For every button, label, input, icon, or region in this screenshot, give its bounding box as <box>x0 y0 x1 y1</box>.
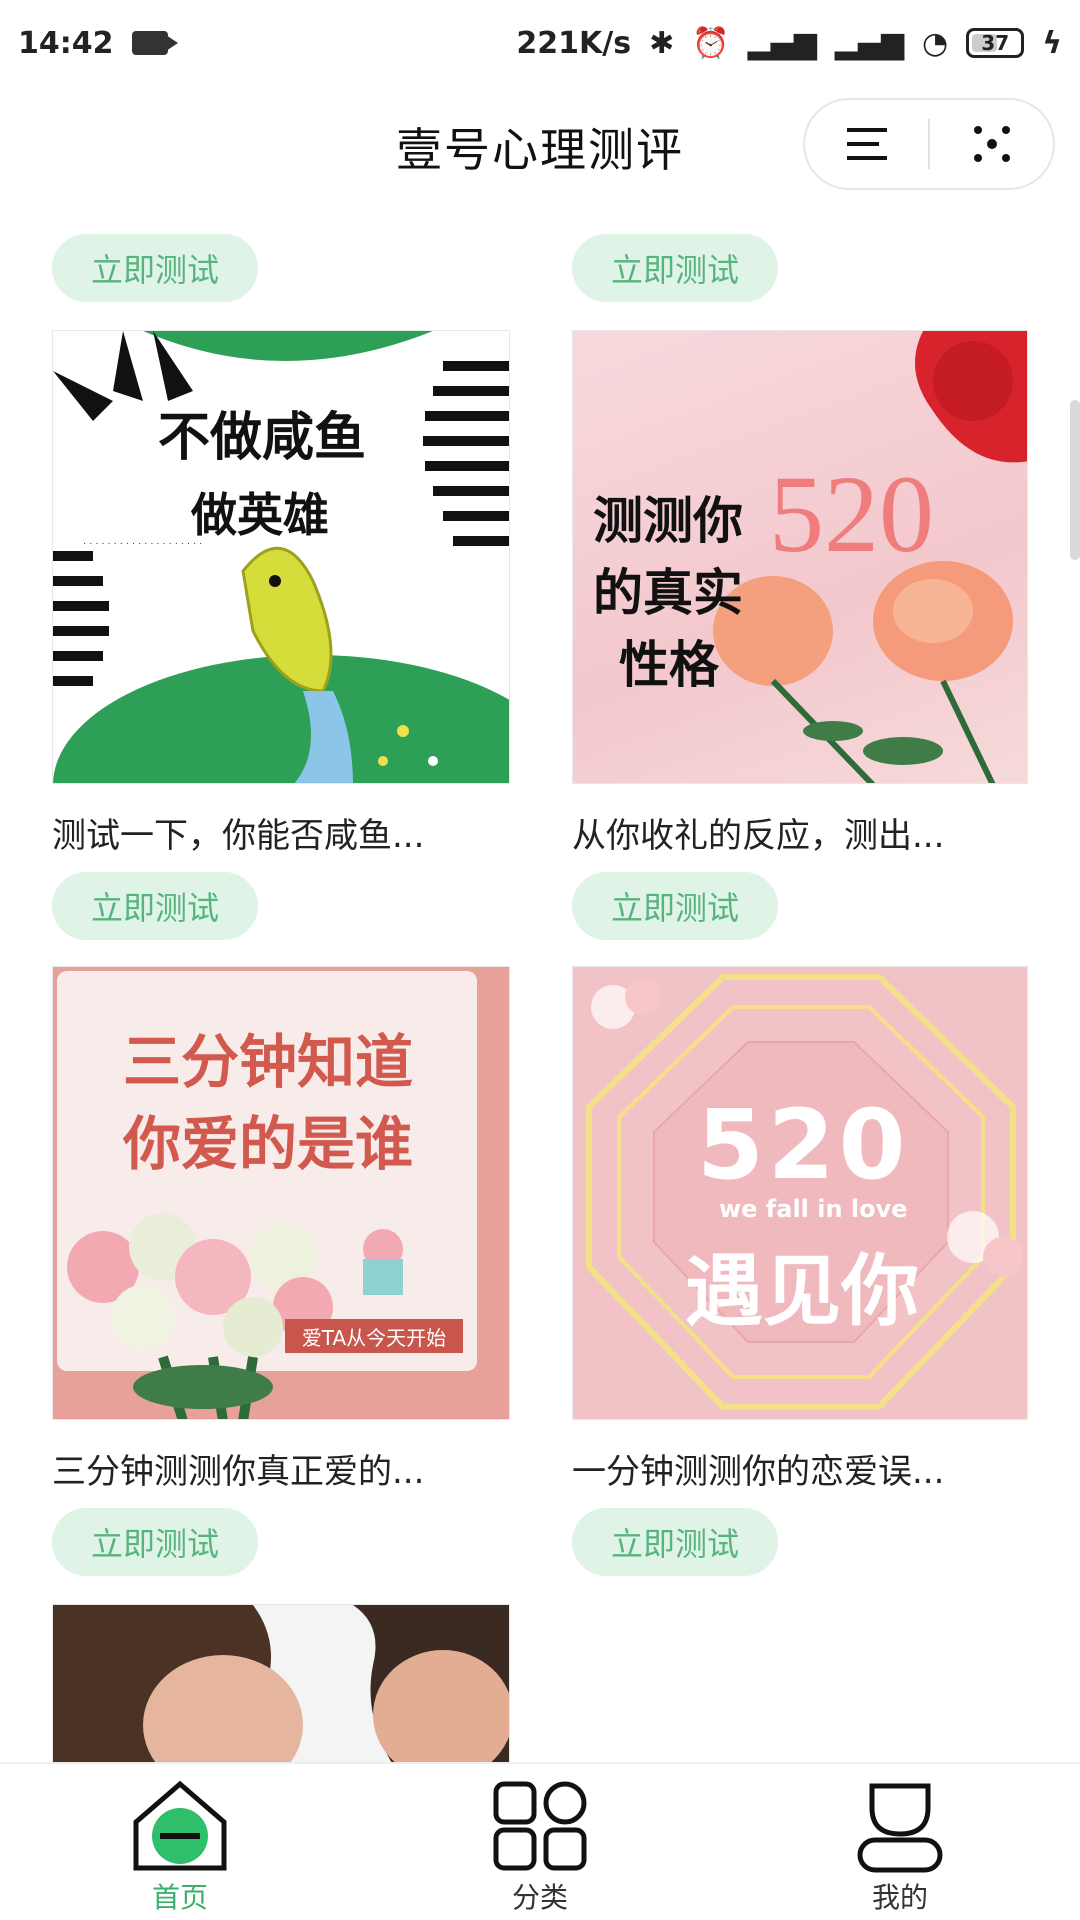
category-icon <box>493 1781 587 1871</box>
card-title[interactable]: 从你收礼的反应，测出... <box>572 808 944 857</box>
couple-photo-illustration <box>53 1605 509 1764</box>
test-now-button[interactable]: 立即测试 <box>572 1508 778 1576</box>
bottom-tab-bar: 首页 分类 我的 <box>0 1762 1080 1920</box>
card-image-roses[interactable]: 520 测测你 的真实 性格 <box>572 330 1028 784</box>
close-button[interactable] <box>930 100 1053 188</box>
card-image-520[interactable]: 520 we fall in love 遇见你 <box>572 966 1028 1420</box>
card-image-line2: 做英雄 <box>191 488 329 542</box>
test-now-button[interactable]: 立即测试 <box>52 234 258 302</box>
tab-home[interactable]: 首页 <box>0 1764 360 1920</box>
test-now-button[interactable]: 立即测试 <box>52 872 258 940</box>
scrollbar[interactable] <box>1070 400 1080 560</box>
alarm-icon: ⏰ <box>692 25 730 61</box>
card-title[interactable]: 测试一下，你能否咸鱼... <box>52 808 424 857</box>
card-image-fish[interactable]: · · · · · · · · · · · · · · · · · · · · … <box>52 330 510 784</box>
card-title[interactable]: 一分钟测测你的恋爱误... <box>572 1444 944 1493</box>
card-image-number: 520 <box>697 1089 910 1201</box>
status-bar: 14:42 221K/s ✱ ⏰ ▂▄▆ ▂▄▆ ◔ 37 ϟ <box>0 0 1080 86</box>
home-icon <box>133 1780 227 1871</box>
card-image-line1: 遇见你 <box>685 1247 920 1337</box>
card-image-line3: 性格 <box>619 636 719 694</box>
card-image-couple[interactable] <box>52 1604 510 1764</box>
card-title[interactable]: 三分钟测测你真正爱的... <box>52 1444 424 1493</box>
network-speed: 221K/s <box>516 25 632 61</box>
tab-label: 分类 <box>511 1881 568 1914</box>
card-image-line1: 不做咸鱼 <box>158 408 367 468</box>
menu-button[interactable] <box>805 100 928 188</box>
signal-icon-2: ▂▄▆ <box>834 25 905 61</box>
screen: 14:42 221K/s ✱ ⏰ ▂▄▆ ▂▄▆ ◔ 37 ϟ 壹号心理测评 立… <box>0 0 1080 1920</box>
wifi-icon: ◔ <box>922 25 949 61</box>
card-image-line1: 测测你 <box>593 492 743 550</box>
flowers-illustration <box>67 1213 333 1419</box>
test-now-button[interactable]: 立即测试 <box>572 234 778 302</box>
svg-text:· · · · · · · · · · · · · · ·: · · · · · · · · · · · · · · · · · · · · <box>83 538 202 549</box>
card-image-sub: we fall in love <box>719 1195 908 1223</box>
profile-icon <box>857 1783 943 1873</box>
tab-category[interactable]: 分类 <box>360 1764 720 1920</box>
charging-icon: ϟ <box>1042 25 1062 61</box>
status-time: 14:42 <box>18 25 114 61</box>
card-image-number: 520 <box>769 453 934 575</box>
flower-box-icon <box>363 1229 403 1295</box>
menu-icon <box>846 128 887 160</box>
card-image-tag: 爱TA从今天开始 <box>285 1319 463 1353</box>
card-image-love[interactable]: 三分钟知道 你爱的是谁 爱TA从今天开始 <box>52 966 510 1420</box>
close-icon <box>973 126 1010 162</box>
signal-icon: ▂▄▆ <box>747 25 817 61</box>
tab-profile[interactable]: 我的 <box>720 1764 1080 1920</box>
tab-label: 我的 <box>871 1881 928 1914</box>
test-now-button[interactable]: 立即测试 <box>572 872 778 940</box>
mini-program-capsule <box>803 98 1055 190</box>
title-bar: 壹号心理测评 <box>0 86 1080 206</box>
card-image-line1: 三分钟知道 <box>123 1028 414 1096</box>
battery-icon: 37 <box>966 28 1025 58</box>
video-record-icon <box>131 31 178 55</box>
tab-label: 首页 <box>151 1881 208 1914</box>
battery-level: 37 <box>981 31 1010 55</box>
card-image-line2: 的真实 <box>593 564 743 622</box>
bluetooth-icon: ✱ <box>649 25 675 61</box>
test-now-button[interactable]: 立即测试 <box>52 1508 258 1576</box>
